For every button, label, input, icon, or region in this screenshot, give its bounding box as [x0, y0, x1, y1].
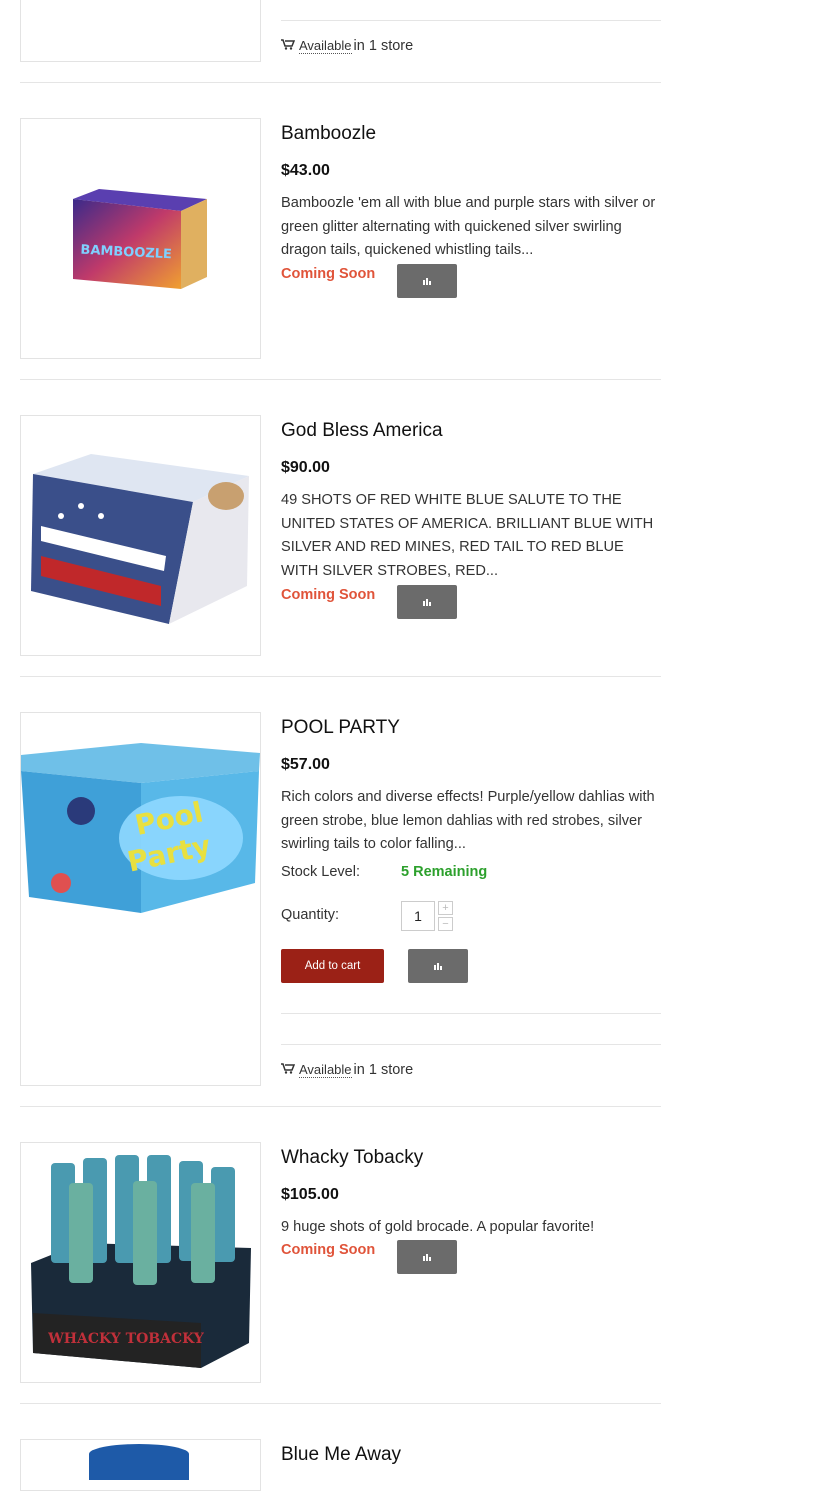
coming-soon-status: Coming Soon: [281, 266, 376, 282]
bar-chart-icon: [423, 1254, 431, 1261]
divider: [20, 82, 661, 83]
availability-line: Available in 1 store: [281, 38, 413, 54]
product-title[interactable]: Blue Me Away: [281, 1444, 401, 1466]
whacky-tobacky-box-image: WHACKY TOBACKY: [31, 1155, 251, 1368]
bamboozle-box-image: BAMBOOZLE: [73, 189, 207, 289]
bar-chart-icon: [423, 278, 431, 285]
stock-level-label: Stock Level:: [281, 864, 360, 880]
divider: [281, 20, 661, 21]
pool-party-box-image: Pool Party: [21, 743, 260, 913]
coming-soon-status: Coming Soon: [281, 1242, 376, 1258]
cart-icon: [281, 38, 296, 54]
divider: [20, 1403, 661, 1404]
add-to-cart-button[interactable]: Add to cart: [281, 949, 384, 983]
quantity-label: Quantity:: [281, 907, 340, 923]
stock-level-value: 5 Remaining: [401, 864, 488, 880]
quantity-decrement[interactable]: −: [438, 917, 453, 931]
product-description: 49 SHOTS OF RED WHITE BLUE SALUTE TO THE…: [281, 492, 654, 579]
availability-text: in 1 store: [353, 1062, 414, 1078]
coming-soon-status: Coming Soon: [281, 587, 376, 603]
cart-icon: [281, 1062, 296, 1078]
product-image-pool-party[interactable]: Pool Party: [20, 712, 261, 1086]
product-description: 9 huge shots of gold brocade. A popular …: [281, 1219, 595, 1235]
product-price: $90.00: [281, 459, 330, 476]
available-link[interactable]: Available: [299, 1062, 352, 1078]
bar-chart-icon: [423, 599, 431, 606]
god-bless-america-box-image: [31, 454, 249, 624]
product-description: Rich colors and diverse effects! Purple/…: [281, 789, 655, 853]
product-title[interactable]: Whacky Tobacky: [281, 1147, 423, 1169]
divider: [281, 1013, 661, 1014]
bar-chart-icon: [434, 963, 442, 970]
product-price: $57.00: [281, 756, 330, 773]
compare-button[interactable]: [397, 264, 457, 298]
product-description: Bamboozle 'em all with blue and purple s…: [281, 195, 656, 259]
available-link[interactable]: Available: [299, 38, 352, 54]
product-image-blue-me-away[interactable]: [20, 1439, 261, 1491]
product-price: $105.00: [281, 1186, 339, 1203]
product-price: $43.00: [281, 162, 330, 179]
compare-button[interactable]: [397, 1240, 457, 1274]
quantity-increment[interactable]: +: [438, 901, 453, 915]
availability-line: Available in 1 store: [281, 1062, 413, 1078]
product-title[interactable]: POOL PARTY: [281, 717, 400, 739]
blue-me-away-image: [89, 1444, 189, 1484]
product-title[interactable]: Bamboozle: [281, 123, 376, 145]
availability-text: in 1 store: [353, 38, 414, 54]
product-image-whacky-tobacky[interactable]: WHACKY TOBACKY: [20, 1142, 261, 1383]
divider: [20, 1106, 661, 1107]
product-title[interactable]: God Bless America: [281, 420, 443, 442]
divider: [281, 1044, 661, 1045]
divider: [20, 379, 661, 380]
svg-text:WHACKY TOBACKY: WHACKY TOBACKY: [47, 1331, 205, 1347]
product-image-partial[interactable]: [20, 0, 261, 62]
compare-button[interactable]: [397, 585, 457, 619]
quantity-input[interactable]: 1: [401, 901, 435, 931]
product-image-bamboozle[interactable]: BAMBOOZLE: [20, 118, 261, 359]
product-image-god-bless-america[interactable]: [20, 415, 261, 656]
divider: [20, 676, 661, 677]
compare-button[interactable]: [408, 949, 468, 983]
